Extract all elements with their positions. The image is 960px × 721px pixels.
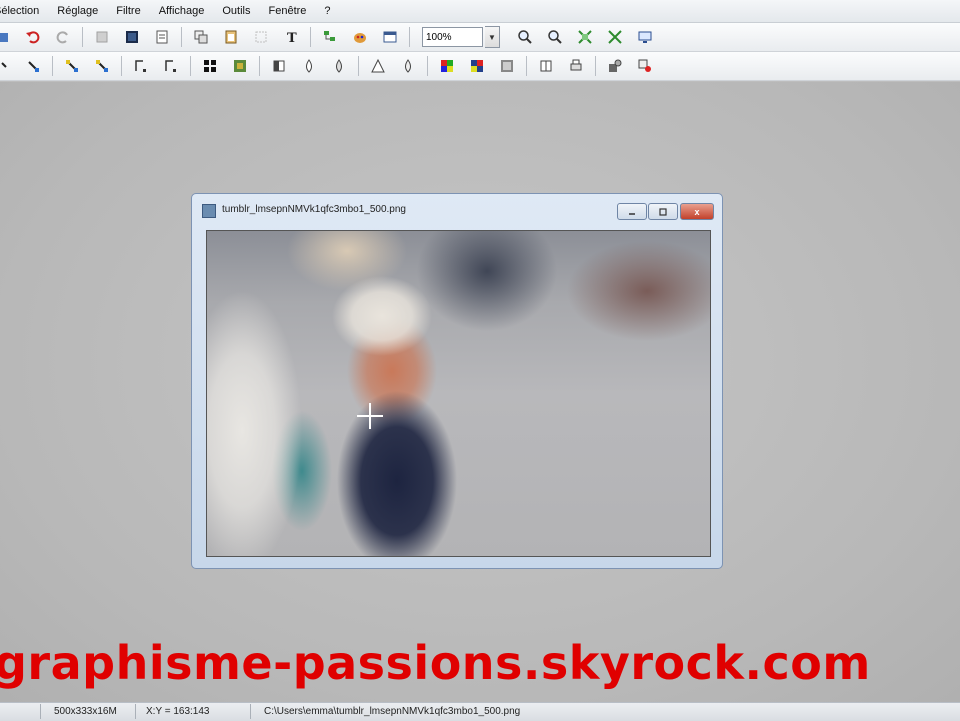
menu-fenetre[interactable]: Fenêtre [260,5,316,17]
menu-filtre[interactable]: Filtre [107,5,149,17]
status-divider [250,704,251,719]
redo-icon[interactable] [52,26,74,48]
menu-outils[interactable]: Outils [213,5,259,17]
arrow-partial-icon[interactable] [0,55,14,77]
print-icon[interactable] [565,55,587,77]
palette-grid-icon[interactable] [466,55,488,77]
image-dark-icon[interactable] [121,26,143,48]
tool-partial-icon[interactable] [0,26,14,48]
canvas-size-icon[interactable] [160,55,182,77]
toolbar-separator [526,56,527,76]
close-icon: x [694,206,700,217]
status-divider [135,704,136,719]
menu-affichage[interactable]: Affichage [150,5,214,17]
fit-window-icon[interactable] [574,26,596,48]
close-button[interactable]: x [680,203,714,220]
zoom-dropdown-icon[interactable]: ▼ [485,26,500,48]
toolbar-separator [190,56,191,76]
svg-text:T: T [287,31,297,45]
toolbar-separator [427,56,428,76]
flip-icon[interactable] [61,55,83,77]
effects-toolbar [0,52,960,81]
menu-bar: Sélection Réglage Filtre Affichage Outil… [0,0,960,23]
negative-icon[interactable] [535,55,557,77]
duplicate-icon[interactable] [190,26,212,48]
image-file-icon [202,204,216,218]
text-tool-icon[interactable]: T [280,26,302,48]
effects-icon[interactable] [604,55,626,77]
toolbar-separator [409,27,410,47]
minimize-button[interactable] [617,203,647,220]
color-depth-icon[interactable] [199,55,221,77]
menu-selection[interactable]: Sélection [0,5,48,17]
menu-reglage[interactable]: Réglage [48,5,107,17]
zoom-in-icon[interactable] [514,26,536,48]
actual-size-icon[interactable] [604,26,626,48]
window-icon[interactable] [379,26,401,48]
status-file-path: C:\Users\emma\tumblr_lmsepnNMVk1qfc3mbo1… [264,706,521,717]
filter-grid-icon[interactable] [229,55,251,77]
sharpen-icon[interactable] [367,55,389,77]
image-canvas[interactable] [206,230,711,557]
toolbar-separator [181,27,182,47]
toolbar-separator [82,27,83,47]
toolbar-separator [595,56,596,76]
maximize-icon [659,207,667,216]
undo-icon[interactable] [22,26,44,48]
main-toolbar: T 100% ▼ [0,23,960,52]
rotate-left-icon[interactable] [22,55,44,77]
status-divider [40,704,41,719]
toolbar-separator [259,56,260,76]
minimize-icon [629,212,635,215]
toolbar-separator [310,27,311,47]
image-window-title: tumblr_lmsepnNMVk1qfc3mbo1_500.png [222,204,406,215]
toolbar-separator [358,56,359,76]
blur-icon[interactable] [397,55,419,77]
status-coordinates: X:Y = 163:143 [146,706,210,717]
brightness-icon[interactable] [268,55,290,77]
toolbar-separator [52,56,53,76]
status-bar: 500x333x16M X:Y = 163:143 C:\Users\emma\… [0,702,960,721]
crop-disabled-icon[interactable] [250,26,272,48]
watermark-text: graphisme-passions.skyrock.com [0,636,871,690]
tree-icon[interactable] [319,26,341,48]
crosshair-cursor-icon [357,403,383,429]
document-icon[interactable] [151,26,173,48]
zoom-out-icon[interactable] [544,26,566,48]
zoom-input[interactable]: 100% [422,27,483,47]
grayscale-icon[interactable] [496,55,518,77]
palette-icon[interactable] [349,26,371,48]
fullscreen-icon[interactable] [634,26,656,48]
resize-icon[interactable] [130,55,152,77]
maximize-button[interactable] [648,203,678,220]
menu-help[interactable]: ? [315,5,339,17]
batch-icon[interactable] [634,55,656,77]
copy-disabled-icon[interactable] [91,26,113,48]
color-balance-icon[interactable] [436,55,458,77]
image-window[interactable]: tumblr_lmsepnNMVk1qfc3mbo1_500.png x [191,193,723,569]
status-dimensions: 500x333x16M [54,706,117,717]
paste-icon[interactable] [220,26,242,48]
drop-fill-icon[interactable] [328,55,350,77]
drop-icon[interactable] [298,55,320,77]
toolbar-separator [121,56,122,76]
mirror-icon[interactable] [91,55,113,77]
